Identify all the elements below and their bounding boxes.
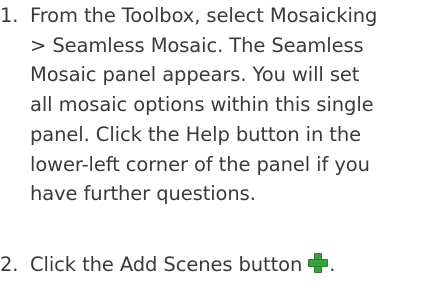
step-text-line: Mosaic panel appears. You will set [30,63,360,87]
step-text-trailing: . [329,253,336,276]
step-text: From the Toolbox, select Mosaicking > Se… [30,1,435,209]
step-text-line: Click the Add Scenes button. [30,250,435,280]
step-text: Click the Add Scenes button. [30,250,435,280]
add-scenes-plus-icon [307,252,329,274]
step-text-line: lower-left corner of the panel if you [30,152,370,176]
step-number: 2. [0,253,19,276]
step-text-line: have further questions. [30,182,256,206]
step-number: 1. [0,4,19,27]
step-text-content: Click the Add Scenes button [30,253,303,276]
step-text-line: panel. Click the Help button in the [30,122,362,146]
step-text-line: From the Toolbox, select Mosaicking [30,4,378,27]
document-page: 1. From the Toolbox, select Mosaicking >… [0,0,439,293]
step-text-line: > Seamless Mosaic. The Seamless [30,33,364,57]
step-text-line: all mosaic options within this single [30,93,374,117]
